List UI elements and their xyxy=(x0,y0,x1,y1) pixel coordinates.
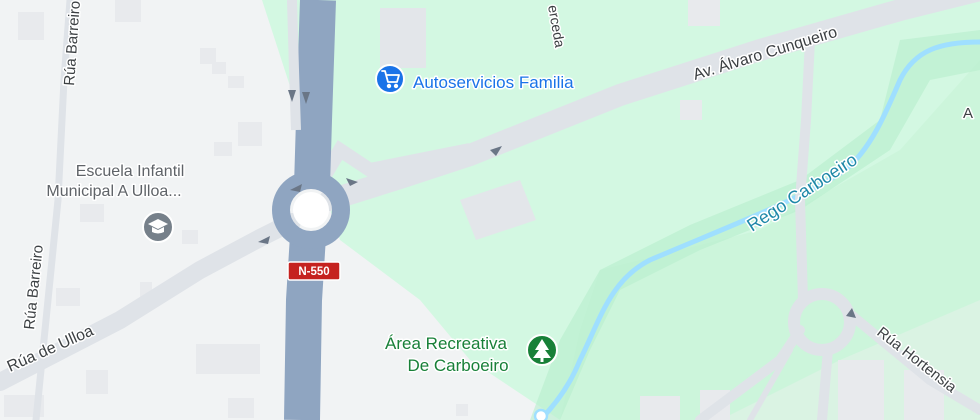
river-point-marker xyxy=(533,408,549,420)
route-shield-label: N-550 xyxy=(298,266,329,278)
poi-label-area-line2[interactable]: De Carboeiro xyxy=(406,355,510,377)
label-edge-fragment: A xyxy=(963,105,973,122)
poi-pin-autoservicios[interactable] xyxy=(375,64,405,94)
poi-label-escuela-line1[interactable]: Escuela Infantil xyxy=(74,162,186,182)
poi-label-area-line1[interactable]: Área Recreativa xyxy=(384,333,509,355)
route-shield-n550: N-550 xyxy=(287,261,341,281)
poi-label-escuela-line2[interactable]: Municipal A Ulloa... xyxy=(45,182,183,202)
map-canvas[interactable]: Av. Álvaro Cunqueiro Rúa Barreiro Rúa Ba… xyxy=(0,0,980,420)
highway-n550-slip xyxy=(287,0,301,131)
roundabout-main-island xyxy=(293,192,329,228)
poi-label-autoservicios[interactable]: Autoservicios Familia xyxy=(412,72,576,94)
